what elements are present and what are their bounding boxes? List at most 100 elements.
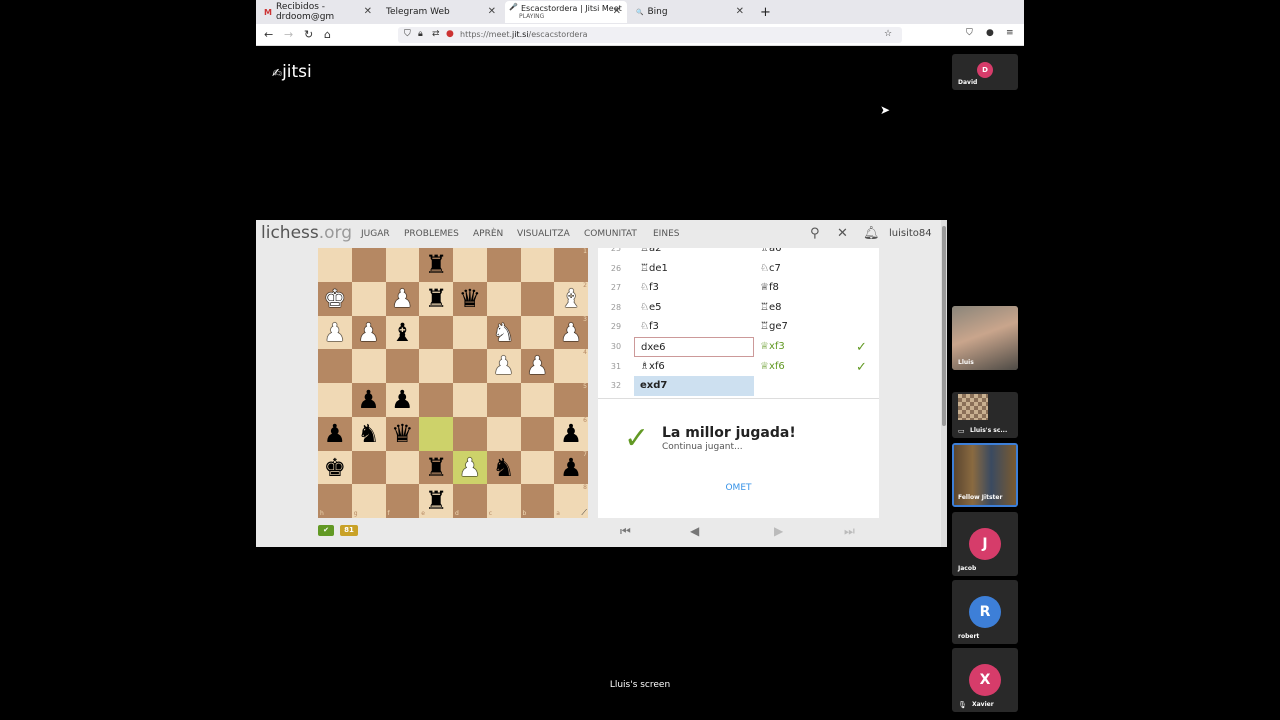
white-pawn-icon[interactable]: ♟ <box>560 318 582 347</box>
board-square[interactable]: ♞ <box>486 450 521 485</box>
bell-icon[interactable]: 🔔︎ <box>863 226 880 241</box>
black-knight-icon[interactable]: ♞ <box>357 419 379 448</box>
black-move[interactable]: ♘c7 <box>754 259 874 279</box>
move-row[interactable]: 29 ♘f3 ♖ge7 <box>598 317 879 337</box>
white-move[interactable]: ♖de1 <box>634 259 754 279</box>
board-square[interactable] <box>419 349 453 383</box>
move-row[interactable]: 27 ♘f3 ♕f8 <box>598 278 879 298</box>
board-square[interactable]: ♚ <box>318 450 352 485</box>
pocket-icon[interactable]: ⛉ <box>966 28 973 38</box>
board-square[interactable] <box>351 450 386 485</box>
board-square[interactable]: c <box>486 484 521 518</box>
white-move[interactable]: ♘f3 <box>634 278 754 298</box>
close-icon[interactable]: ✕ <box>736 6 744 17</box>
board-square[interactable]: ♟ 3 <box>554 315 588 350</box>
move-row[interactable]: 31 ♗xf6 ♕xf6 ✓ <box>598 357 879 377</box>
board-square[interactable]: ♛ <box>453 281 487 316</box>
board-square[interactable]: ♟ 6 <box>554 416 588 451</box>
tab-bing[interactable]: 🔍 Bing ✕ <box>630 1 750 23</box>
move-row[interactable]: 32 exd7 <box>598 376 879 397</box>
board-square[interactable]: ♟ <box>486 349 521 383</box>
board-square[interactable] <box>419 315 453 350</box>
white-pawn-icon[interactable]: ♟ <box>526 351 548 380</box>
move-row[interactable]: 30 dxe6 ♕xf3 ✓ <box>598 337 879 357</box>
reload-icon[interactable]: ↻ <box>304 28 313 41</box>
black-knight-icon[interactable]: ♞ <box>492 453 514 482</box>
white-move[interactable]: exd7 <box>634 376 754 397</box>
skip-button[interactable]: OMET <box>598 483 879 493</box>
black-rook-icon[interactable]: ♜ <box>425 250 447 279</box>
black-move[interactable]: ♗a6 <box>754 248 874 259</box>
last-move-icon[interactable]: ⏭ <box>844 524 855 539</box>
board-square[interactable] <box>520 416 555 451</box>
scrollbar-thumb[interactable] <box>942 226 946 426</box>
chess-board[interactable]: ♜ 1 ♚ ♟ ♜ ♛ ♝ 2 ♟ ♟ ♝ ♞ ♟ 3 ♟ ♟ 4 ♟ ♟ 5 ♟ ♞ ♛ ♟ 6 ♚ ♜ ♟ ♞ ♟ 7 h g f ♜ e d c b 8… <box>318 248 588 518</box>
board-square[interactable] <box>486 248 521 282</box>
shield-icon[interactable]: ⛉ <box>404 29 411 39</box>
close-icon[interactable]: ✕ <box>488 6 496 17</box>
nav-apren[interactable]: APRÈN <box>473 229 503 239</box>
black-pawn-icon[interactable]: ♟ <box>324 419 346 448</box>
black-king-icon[interactable]: ♚ <box>324 453 346 482</box>
board-square[interactable] <box>351 349 386 383</box>
scrollbar[interactable] <box>941 220 947 547</box>
board-square[interactable]: ♟ <box>318 315 352 350</box>
participant-tile-robert[interactable]: R robert <box>952 580 1018 644</box>
board-square[interactable] <box>351 248 386 282</box>
move-row[interactable]: 25 ♖a2 ♗a6 <box>598 248 879 259</box>
close-icon[interactable]: ✕ <box>613 6 621 17</box>
white-pawn-icon[interactable]: ♟ <box>459 453 481 482</box>
black-move[interactable]: ♖e8 <box>754 298 874 318</box>
close-icon[interactable]: ✕ <box>364 6 372 17</box>
board-square[interactable]: ♝ 2 <box>554 281 588 316</box>
home-icon[interactable]: ⌂ <box>324 28 331 41</box>
nav-jugar[interactable]: JUGAR <box>361 229 390 239</box>
white-pawn-icon[interactable]: ♟ <box>492 351 514 380</box>
board-square[interactable] <box>453 248 487 282</box>
board-square[interactable]: ♜ e <box>419 484 453 518</box>
board-square[interactable]: f <box>385 484 420 518</box>
board-square[interactable] <box>385 450 420 485</box>
nav-visualitza[interactable]: VISUALITZA <box>517 229 570 239</box>
resize-handle-icon[interactable]: ⟋ <box>581 508 587 518</box>
board-square[interactable] <box>385 349 420 383</box>
board-square[interactable]: 4 <box>554 349 588 383</box>
black-queen-icon[interactable]: ♛ <box>391 419 413 448</box>
board-square[interactable]: g <box>351 484 386 518</box>
nav-comunitat[interactable]: COMUNITAT <box>584 229 637 239</box>
board-square[interactable] <box>419 383 453 417</box>
tab-gmail[interactable]: M Recibidos - drdoom@gm ✕ <box>258 1 378 23</box>
white-move[interactable]: ♗xf6 <box>634 357 754 377</box>
previous-move-icon[interactable]: ◀ <box>690 524 699 538</box>
board-square[interactable]: ♝ <box>385 315 420 350</box>
forward-icon[interactable]: → <box>284 28 293 41</box>
board-square[interactable]: ♟ 7 <box>554 450 588 485</box>
board-square[interactable] <box>486 383 521 417</box>
next-move-icon[interactable]: ▶ <box>774 524 783 538</box>
new-tab-button[interactable]: + <box>754 1 774 23</box>
account-icon[interactable]: ● <box>986 28 994 38</box>
black-rook-icon[interactable]: ♜ <box>425 284 447 313</box>
board-square[interactable]: ♟ <box>520 349 555 383</box>
board-square[interactable] <box>419 416 453 451</box>
board-square[interactable]: 5 <box>554 383 588 417</box>
back-icon[interactable]: ← <box>264 28 273 41</box>
board-square[interactable] <box>453 416 487 451</box>
white-move[interactable]: ♖a2 <box>634 248 754 259</box>
username[interactable]: luisito84 <box>889 228 932 239</box>
participant-tile-lluis[interactable]: Lluis <box>952 306 1018 370</box>
board-square[interactable]: ♚ <box>318 281 352 316</box>
board-square[interactable] <box>520 281 555 316</box>
board-square[interactable]: ♜ <box>419 281 453 316</box>
move-row[interactable]: 26 ♖de1 ♘c7 <box>598 259 879 279</box>
board-square[interactable]: b <box>520 484 555 518</box>
board-square[interactable]: ♟ <box>385 281 420 316</box>
move-row[interactable]: 28 ♘e5 ♖e8 <box>598 298 879 318</box>
url-bar[interactable]: ⛉ 🔒︎ ⇄ ● https://meet.jit.si/escacstorde… <box>398 27 902 43</box>
black-queen-icon[interactable]: ♛ <box>459 284 481 313</box>
board-square[interactable]: ♟ <box>318 416 352 451</box>
board-square[interactable] <box>385 248 420 282</box>
board-square[interactable]: ♟ <box>351 383 386 417</box>
nav-problemes[interactable]: PROBLEMES <box>404 229 459 239</box>
microphone-icon[interactable]: ● <box>446 29 454 39</box>
